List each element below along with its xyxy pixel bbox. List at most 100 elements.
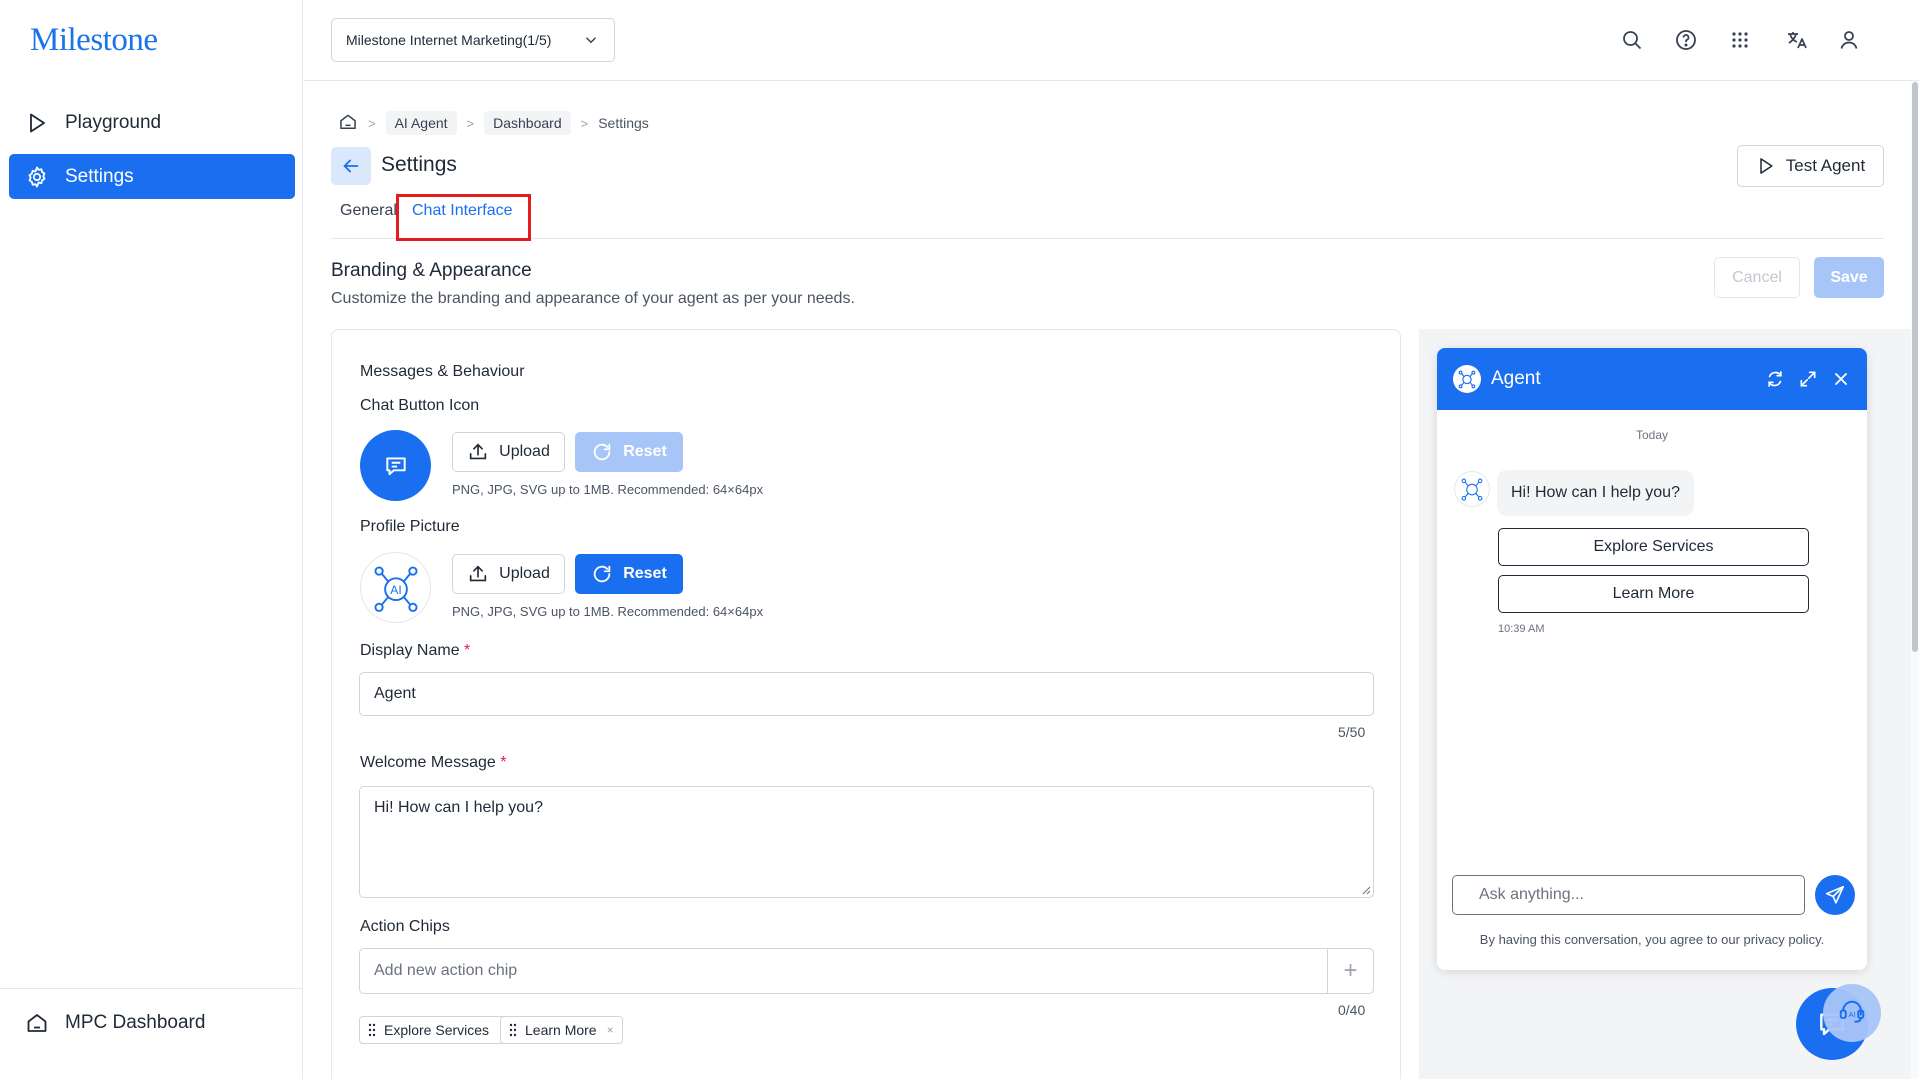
reset-icon	[593, 565, 611, 583]
page-title: Settings	[381, 153, 457, 176]
send-icon	[1825, 885, 1845, 904]
chat-button-icon-label: Chat Button Icon	[360, 397, 480, 414]
bot-avatar	[1454, 471, 1490, 507]
action-chips-label: Action Chips	[360, 918, 450, 935]
chat-preview-window: Agent Today Hi! How can I help you? Expl…	[1437, 348, 1867, 970]
arrow-left-icon	[343, 159, 359, 173]
breadcrumb: > AI Agent > Dashboard > Settings	[338, 111, 649, 135]
upload-label: Upload	[499, 443, 550, 460]
profile-hint: PNG, JPG, SVG up to 1MB. Recommended: 64…	[452, 604, 764, 619]
back-button[interactable]	[331, 147, 371, 185]
chat-icon-reset-button[interactable]: Reset	[575, 432, 683, 472]
breadcrumb-dashboard[interactable]: Dashboard	[484, 111, 571, 135]
close-icon[interactable]: ×	[607, 1023, 614, 1037]
drag-handle-icon[interactable]	[509, 1023, 517, 1037]
settings-form-card: Messages & Behaviour Chat Button Icon Up…	[331, 329, 1401, 1079]
privacy-notice: By having this conversation, you agree t…	[1479, 932, 1825, 947]
welcome-message-value: Hi! How can I help you?	[374, 799, 543, 816]
breadcrumb-ai-agent[interactable]: AI Agent	[385, 111, 457, 135]
date-divider: Today	[1635, 428, 1669, 442]
preview-chip-learn-more[interactable]: Learn More	[1498, 575, 1809, 613]
resize-handle-icon[interactable]	[1361, 885, 1371, 895]
help-icon[interactable]	[1674, 28, 1698, 52]
page-scrollbar-thumb[interactable]	[1912, 82, 1918, 652]
sidebar: Milestone Playground Settings MPC Dashbo…	[0, 0, 303, 1079]
action-chip-label: Explore Services	[384, 1022, 490, 1038]
bot-message-bubble: Hi! How can I help you?	[1497, 470, 1694, 516]
sidebar-item-playground[interactable]: Playground	[9, 100, 295, 145]
welcome-message-label-text: Welcome Message	[360, 754, 496, 771]
settings-tabs: General Chat Interface	[331, 196, 1884, 239]
message-timestamp: 10:39 AM	[1498, 623, 1545, 635]
sidebar-item-mpc-dashboard[interactable]: MPC Dashboard	[9, 1000, 295, 1045]
cancel-button[interactable]: Cancel	[1714, 257, 1800, 298]
action-chip-input[interactable]: Add new action chip +	[359, 948, 1374, 994]
breadcrumb-current: Settings	[598, 115, 649, 131]
play-icon	[30, 113, 45, 132]
organization-select-value: Milestone Internet Marketing(1/5)	[346, 32, 552, 48]
sidebar-divider	[0, 988, 303, 989]
breadcrumb-home[interactable]	[338, 112, 358, 135]
organization-select[interactable]: Milestone Internet Marketing(1/5)	[331, 18, 615, 62]
section-title: Branding & Appearance	[331, 260, 532, 281]
milestone-logo[interactable]: Milestone	[30, 22, 158, 59]
home-icon	[27, 1013, 47, 1032]
chevron-down-icon	[585, 37, 597, 44]
required-marker: *	[500, 754, 507, 771]
user-icon[interactable]	[1837, 28, 1861, 52]
display-name-label-text: Display Name	[360, 642, 460, 659]
home-icon	[340, 114, 356, 129]
ai-network-icon	[1458, 370, 1476, 389]
test-agent-button[interactable]: Test Agent	[1737, 145, 1884, 187]
drag-handle-icon[interactable]	[368, 1023, 376, 1037]
svg-text:AI: AI	[390, 583, 401, 597]
ai-agent-icon: AI	[1839, 1000, 1865, 1023]
welcome-message-label: Welcome Message *	[360, 754, 506, 772]
welcome-message-textarea[interactable]: Hi! How can I help you?	[359, 786, 1374, 898]
ai-network-icon: AI	[373, 565, 418, 612]
section-subtitle: Customize the branding and appearance of…	[331, 290, 855, 307]
test-agent-label: Test Agent	[1785, 156, 1866, 175]
expand-icon[interactable]	[1798, 369, 1818, 389]
chat-header-name: Agent	[1491, 368, 1541, 389]
profile-upload-button[interactable]: Upload	[452, 554, 565, 594]
add-chip-button[interactable]: +	[1327, 949, 1373, 993]
action-chip[interactable]: Learn More ×	[500, 1016, 623, 1044]
sidebar-item-label: MPC Dashboard	[65, 1011, 206, 1033]
required-marker: *	[464, 642, 471, 659]
action-chip-label: Learn More	[525, 1022, 597, 1038]
sidebar-item-label: Settings	[65, 165, 134, 187]
chevron-right-icon: >	[580, 115, 589, 131]
reset-label: Reset	[623, 565, 667, 582]
sidebar-item-settings[interactable]: Settings	[9, 154, 295, 199]
sidebar-item-label: Playground	[65, 111, 162, 133]
send-button[interactable]	[1815, 875, 1855, 915]
display-name-input[interactable]: Agent	[359, 672, 1374, 716]
close-icon[interactable]	[1831, 369, 1851, 389]
chat-button-icon-preview	[360, 430, 431, 501]
preview-chip-explore-services[interactable]: Explore Services	[1498, 528, 1809, 566]
display-name-counter: 5/50	[1338, 724, 1366, 740]
upload-icon	[469, 565, 487, 582]
chevron-right-icon: >	[368, 115, 376, 131]
highlight-box	[396, 194, 531, 241]
agent-launcher-badge[interactable]: AI	[1823, 984, 1881, 1042]
agent-avatar	[1453, 365, 1481, 393]
refresh-icon[interactable]	[1765, 369, 1785, 389]
tab-general[interactable]: General	[340, 202, 397, 220]
upload-label: Upload	[499, 565, 550, 582]
reset-icon	[593, 443, 611, 461]
chat-icon-upload-button[interactable]: Upload	[452, 432, 565, 472]
display-name-label: Display Name *	[360, 642, 470, 660]
chat-input[interactable]: Ask anything...	[1452, 875, 1805, 915]
profile-reset-button[interactable]: Reset	[575, 554, 683, 594]
save-button[interactable]: Save	[1814, 257, 1884, 298]
group-title: Messages & Behaviour	[360, 363, 525, 380]
svg-text:AI: AI	[1848, 1010, 1855, 1019]
search-icon[interactable]	[1620, 28, 1644, 52]
chat-icon-hint: PNG, JPG, SVG up to 1MB. Recommended: 64…	[452, 482, 764, 497]
apps-grid-icon[interactable]	[1728, 28, 1752, 52]
action-chip-counter: 0/40	[1338, 1002, 1366, 1018]
action-chip[interactable]: Explore Services ×	[359, 1016, 516, 1044]
translate-icon[interactable]	[1785, 28, 1809, 52]
